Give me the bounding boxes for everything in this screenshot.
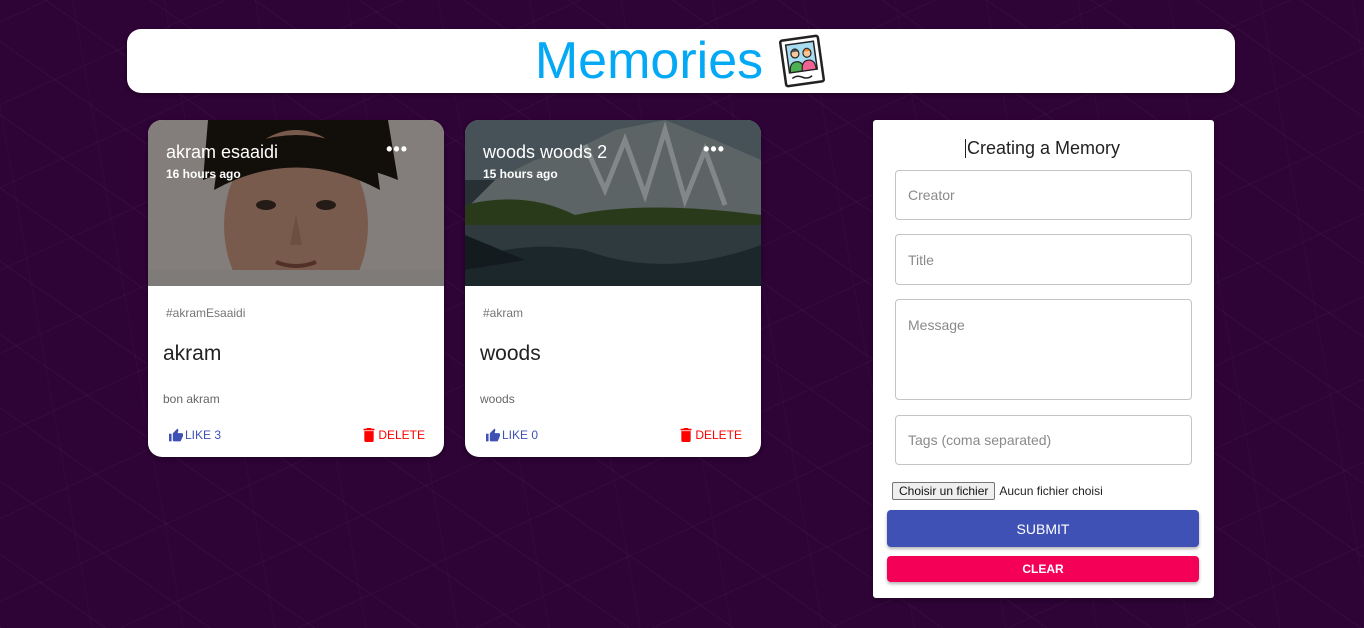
card-media: akram esaaidi 16 hours ago ••• [148,120,444,286]
app-title: Memories [534,32,764,90]
card-timestamp: 16 hours ago [166,167,241,181]
delete-label: DELETE [378,428,425,442]
card-tags: #akram [483,306,524,320]
thumb-up-icon [486,428,500,442]
card-title: woods [480,342,541,365]
creator-input[interactable] [895,170,1192,220]
submit-button[interactable]: SUBMIT [887,510,1199,547]
title-input[interactable] [895,234,1192,285]
form-title: Creating a Memory [966,138,1121,158]
file-picker: Choisir un fichier Aucun fichier choisi [892,482,1103,500]
card-title: akram [163,342,222,365]
card-creator: akram esaaidi [166,142,279,162]
card-media: woods woods 2 15 hours ago ••• [465,120,761,286]
memory-card: akram esaaidi 16 hours ago ••• #akramEsa… [148,120,444,457]
message-input[interactable] [895,299,1192,400]
app-bar: Memories [127,29,1235,93]
more-options-icon[interactable]: ••• [386,140,408,158]
clear-button[interactable]: CLEAR [887,556,1199,582]
delete-button[interactable]: DELETE [363,428,425,442]
choose-file-button[interactable]: Choisir un fichier [892,482,996,500]
like-button[interactable]: LIKE 3 [168,428,221,442]
thumb-up-icon [169,428,183,442]
delete-button[interactable]: DELETE [680,428,742,442]
like-label: LIKE 3 [185,428,222,442]
card-tags: #akramEsaaidi [166,306,246,320]
memory-form: Creating a Memory Choisir un fichier Auc… [873,120,1214,598]
file-status: Aucun fichier choisi [999,484,1103,498]
like-button[interactable]: LIKE 0 [485,428,538,442]
more-options-icon[interactable]: ••• [703,140,725,158]
trash-icon [680,428,692,442]
card-creator: woods woods 2 [483,142,608,162]
tags-input[interactable] [895,415,1192,465]
memory-card: woods woods 2 15 hours ago ••• #akram wo… [465,120,761,457]
memories-photo-icon [779,34,826,88]
card-message: woods [480,392,515,406]
card-message: bon akram [163,392,220,406]
card-timestamp: 15 hours ago [483,167,558,181]
trash-icon [363,428,375,442]
like-label: LIKE 0 [502,428,539,442]
delete-label: DELETE [695,428,742,442]
